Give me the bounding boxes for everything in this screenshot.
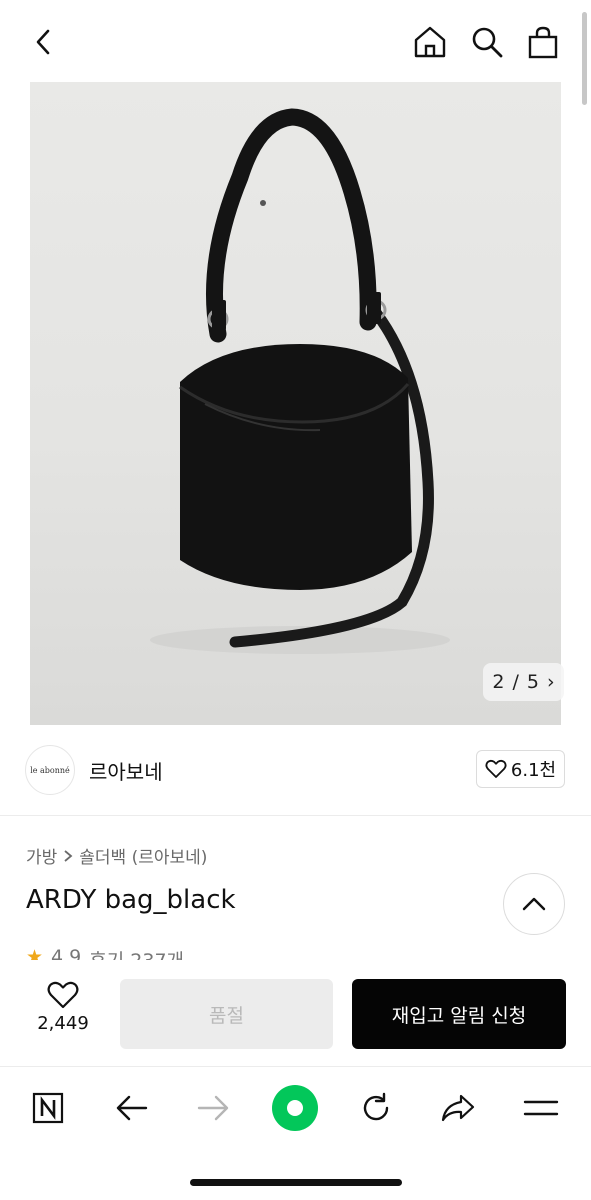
browser-back-button[interactable] xyxy=(102,1084,162,1132)
gallery-page-counter[interactable]: 2 / 5 › xyxy=(483,663,564,701)
chevron-up-icon xyxy=(522,897,546,911)
page-scrollbar[interactable] xyxy=(582,12,587,105)
product-bag-image xyxy=(150,108,450,654)
purchase-action-bar: 2,449 품절 재입고 알림 신청 xyxy=(0,961,591,1067)
browser-navigation-bar xyxy=(0,1068,591,1200)
shopping-bag-icon xyxy=(528,26,558,59)
naver-home-button[interactable] xyxy=(18,1084,78,1132)
chevron-right-icon: › xyxy=(546,671,555,693)
green-dot-icon xyxy=(272,1085,318,1131)
heart-outline-icon xyxy=(485,759,507,778)
breadcrumb-item-bags[interactable]: 가방 xyxy=(26,843,57,868)
share-icon xyxy=(441,1094,475,1122)
collapse-button[interactable] xyxy=(503,873,565,935)
heart-outline-icon xyxy=(47,981,79,1009)
review-count: 후기 237개 xyxy=(89,946,184,960)
store-favorite-button[interactable]: 6.1천 xyxy=(476,750,565,788)
like-button[interactable]: 2,449 xyxy=(22,981,104,1047)
menu-icon xyxy=(523,1100,559,1116)
browser-forward-button[interactable] xyxy=(183,1084,243,1132)
share-button[interactable] xyxy=(428,1084,488,1132)
cart-button[interactable] xyxy=(521,20,565,64)
gallery-current-page: 2 xyxy=(492,671,505,693)
refresh-icon xyxy=(363,1092,389,1121)
search-icon xyxy=(472,27,503,58)
restock-alert-button[interactable]: 재입고 알림 신청 xyxy=(352,979,566,1049)
gallery-separator: / xyxy=(512,671,519,693)
breadcrumb-item-shoulder-bag[interactable]: 숄더백 (르아보네) xyxy=(79,843,207,868)
store-info-row: le abonné 르아보네 6.1천 xyxy=(0,726,591,816)
back-button[interactable] xyxy=(22,20,66,64)
store-favorite-count: 6.1천 xyxy=(510,760,557,781)
rating-row[interactable]: ★ 4.9 후기 237개 xyxy=(26,946,184,960)
soldout-button: 품절 xyxy=(120,979,333,1049)
store-logo[interactable]: le abonné xyxy=(25,745,75,795)
refresh-button[interactable] xyxy=(346,1084,406,1132)
forward-arrow-icon xyxy=(197,1095,229,1121)
green-dot-button[interactable] xyxy=(265,1084,325,1132)
home-indicator[interactable] xyxy=(190,1179,402,1186)
chevron-left-icon xyxy=(36,29,50,55)
rating-value: 4.9 xyxy=(51,946,82,960)
back-arrow-icon xyxy=(116,1095,148,1121)
gallery-total-pages: 5 xyxy=(526,671,539,693)
store-name[interactable]: 르아보네 xyxy=(89,756,163,785)
home-icon xyxy=(414,26,446,58)
naver-n-icon xyxy=(32,1092,64,1124)
star-icon: ★ xyxy=(26,946,44,960)
search-button[interactable] xyxy=(465,20,509,64)
chevron-right-icon xyxy=(64,849,73,862)
menu-button[interactable] xyxy=(511,1084,571,1132)
category-breadcrumb: 가방 숄더백 (르아보네) xyxy=(26,843,207,868)
product-title: ARDY bag_black xyxy=(26,885,236,915)
like-count: 2,449 xyxy=(37,1013,89,1034)
store-logo-text: le abonné xyxy=(30,765,70,775)
product-image-gallery[interactable] xyxy=(30,82,561,725)
top-app-bar xyxy=(0,0,591,82)
home-button[interactable] xyxy=(408,20,452,64)
